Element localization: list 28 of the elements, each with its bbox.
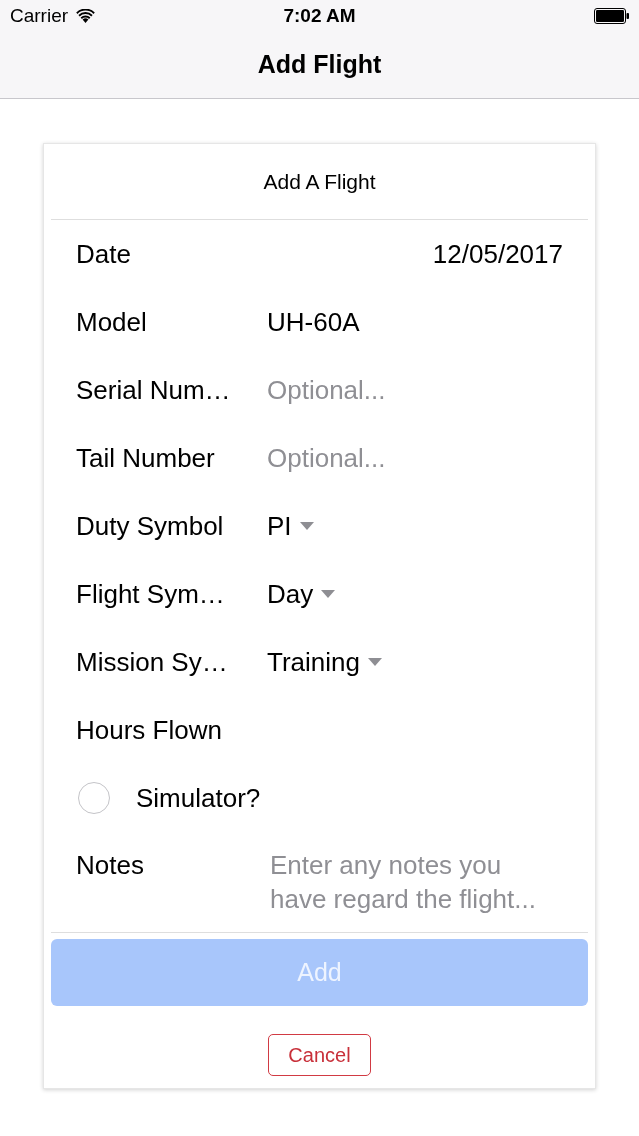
text-input-field[interactable]: Optional... (267, 373, 563, 407)
cancel-button[interactable]: Cancel (268, 1034, 371, 1076)
field-label: Model (76, 306, 148, 339)
field-label: Notes (76, 849, 145, 882)
wifi-icon (76, 9, 96, 23)
field-label: Hours Flown (76, 714, 223, 747)
caret-icon (321, 590, 336, 598)
date-field[interactable]: 12/05/2017 (267, 237, 563, 271)
carrier-text: Carrier (10, 3, 69, 28)
field-label: Mission Sy… (76, 646, 229, 679)
text-input-field[interactable]: UH-60A (267, 305, 563, 339)
caret-icon (299, 522, 314, 530)
field-label: Duty Symbol (76, 510, 225, 543)
field-label: Date (76, 238, 132, 271)
dropdown-select[interactable]: PI (267, 509, 314, 543)
nav-title: Add Flight (257, 49, 382, 81)
checkbox-label: Simulator? (136, 781, 261, 815)
dropdown-select[interactable]: Day (267, 577, 336, 611)
clock-text: 7:02 AM (283, 4, 356, 26)
form-title: Add A Flight (263, 168, 376, 195)
notes-textarea[interactable]: Enter any notes you have regard the flight... (267, 848, 557, 916)
field-label: Flight Sym… (76, 578, 226, 611)
battery-icon (594, 8, 629, 24)
text-input-field[interactable]: Optional... (267, 441, 563, 475)
field-label: Tail Number (76, 442, 216, 475)
caret-icon (367, 658, 382, 666)
dropdown-select[interactable]: Training (267, 645, 382, 679)
field-label: Serial Num… (76, 374, 232, 407)
